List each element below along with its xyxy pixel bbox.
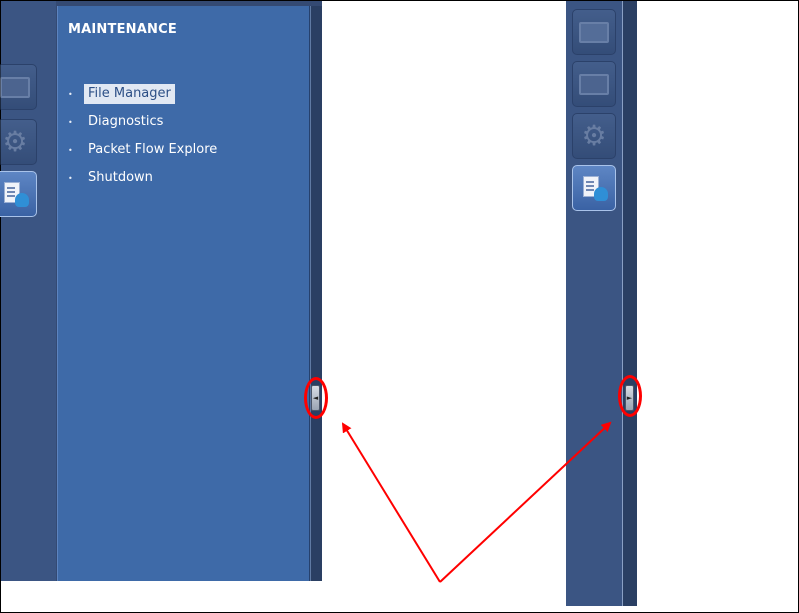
arrow-to-expand-button	[439, 421, 612, 583]
annotation-arrows	[341, 421, 612, 583]
arrow-to-collapse-button	[341, 422, 441, 583]
